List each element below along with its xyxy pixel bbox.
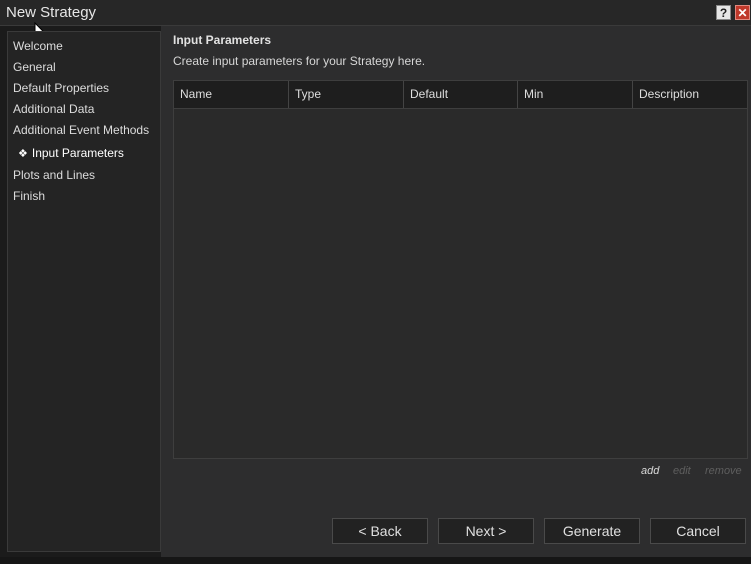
sidebar-item-general[interactable]: General (13, 60, 56, 74)
sidebar-item-default-properties[interactable]: Default Properties (13, 81, 109, 95)
main-panel: Input Parameters Create input parameters… (161, 26, 751, 557)
sidebar-item-additional-data[interactable]: Additional Data (13, 102, 94, 116)
close-icon[interactable]: ✕ (735, 5, 750, 20)
cancel-button[interactable]: Cancel (650, 518, 746, 544)
column-header-default[interactable]: Default (404, 81, 518, 108)
remove-parameter-link[interactable]: remove (705, 465, 742, 477)
window-bottom-edge (0, 557, 751, 564)
title-bar: New Strategy ? ✕ (0, 0, 751, 26)
sidebar-item-additional-event-methods[interactable]: Additional Event Methods (13, 123, 149, 137)
next-button[interactable]: Next > (438, 518, 534, 544)
generate-button[interactable]: Generate (544, 518, 640, 544)
column-header-description[interactable]: Description (633, 81, 747, 108)
help-icon[interactable]: ? (716, 5, 731, 20)
sidebar-item-plots-and-lines[interactable]: Plots and Lines (13, 168, 95, 182)
page-description: Create input parameters for your Strateg… (173, 54, 426, 68)
sidebar-item-finish[interactable]: Finish (13, 189, 45, 203)
input-parameters-grid[interactable]: Name Type Default Min Description (173, 80, 748, 459)
window-title: New Strategy (6, 4, 97, 21)
wizard-steps-sidebar: Welcome General Default Properties Addit… (7, 31, 161, 552)
edit-parameter-link[interactable]: edit (673, 465, 691, 477)
back-button[interactable]: < Back (332, 518, 428, 544)
add-parameter-link[interactable]: add (641, 465, 659, 477)
column-header-name[interactable]: Name (174, 81, 289, 108)
sidebar-item-label: Input Parameters (31, 146, 124, 160)
page-title: Input Parameters (173, 33, 272, 47)
sidebar-item-input-parameters[interactable]: ❖ Input Parameters (18, 146, 124, 160)
sidebar-item-welcome[interactable]: Welcome (13, 39, 63, 53)
column-header-type[interactable]: Type (289, 81, 404, 108)
column-header-min[interactable]: Min (518, 81, 633, 108)
active-step-icon: ❖ (18, 148, 28, 160)
grid-header: Name Type Default Min Description (174, 81, 747, 109)
